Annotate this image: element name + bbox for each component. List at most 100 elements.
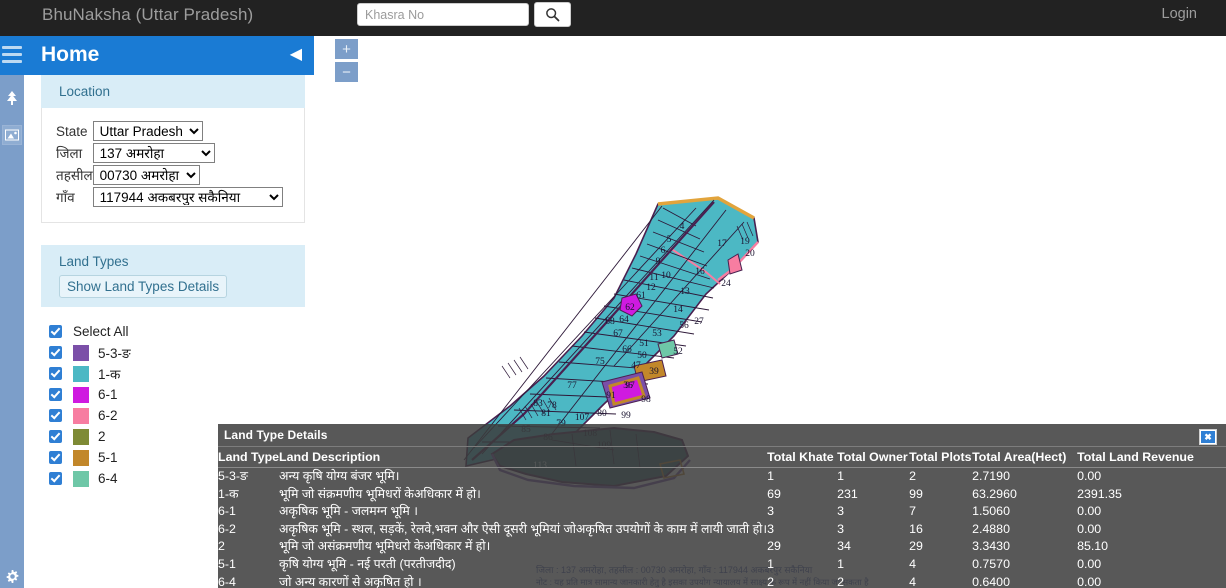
zoom-out-button[interactable]: − <box>335 62 358 82</box>
close-icon[interactable]: ✖ <box>1199 429 1217 445</box>
image-layer-icon[interactable] <box>2 125 22 145</box>
login-link[interactable]: Login <box>1162 6 1197 22</box>
cell-area: 0.7570 <box>972 556 1010 571</box>
svg-text:10: 10 <box>661 271 671 281</box>
cell-plots: 4 <box>909 574 916 588</box>
svg-text:39: 39 <box>649 367 659 377</box>
svg-text:17: 17 <box>717 239 727 249</box>
svg-text:12: 12 <box>646 283 656 293</box>
svg-text:24: 24 <box>721 279 731 289</box>
cell-revenue: 0.00 <box>1077 574 1102 588</box>
top-navbar: BhuNaksha (Uttar Pradesh) Login <box>0 0 1226 36</box>
home-bar: Home ◀ <box>0 36 314 75</box>
legend-checkbox-5-3-ङ[interactable] <box>49 346 62 359</box>
svg-text:11: 11 <box>649 273 658 283</box>
cell-plots: 7 <box>909 504 916 519</box>
svg-text:19: 19 <box>740 237 750 247</box>
location-field-row: State Uttar Pradesh <box>56 120 283 142</box>
cell-description: अकृषिक भूमि - स्थल, सड़कें, रेलवे,भवन और… <box>279 521 768 536</box>
table-row: 1-क भूमि जो संक्रमणीय भूमिधरों केअधिकार म… <box>218 486 1226 504</box>
cell-description: भूमि जो संक्रमणीय भूमिधरों केअधिकार में … <box>279 486 481 501</box>
location-field-row: जिला 137 अमरोहा <box>56 142 283 164</box>
search-area <box>357 2 571 27</box>
land-types-heading: Land Types Show Land Types Details <box>41 245 305 307</box>
legend-checkbox-6-2[interactable] <box>49 409 62 422</box>
cell-area: 1.5060 <box>972 504 1010 519</box>
svg-text:77: 77 <box>567 381 577 391</box>
search-button[interactable] <box>534 2 571 27</box>
legend-row[interactable]: 5-3-ङ <box>49 342 314 363</box>
svg-text:5: 5 <box>667 235 672 245</box>
svg-text:4: 4 <box>680 222 685 232</box>
legend-checkbox-2[interactable] <box>49 430 62 443</box>
legend-select-all-row[interactable]: Select All <box>49 321 314 342</box>
cell-description: अन्य कृषि योग्य बंजर भूमि। <box>279 469 400 483</box>
cell-area: 63.2960 <box>972 486 1017 501</box>
svg-text:91: 91 <box>606 391 616 401</box>
legend-checkbox-6-1[interactable] <box>49 388 62 401</box>
svg-text:6: 6 <box>661 246 666 256</box>
cell-description: कृषि योग्य भूमि - नई परती (परतीजदीद) <box>279 556 456 571</box>
cell-khate: 1 <box>767 556 774 571</box>
legend-label: 5-1 <box>98 450 118 465</box>
legend-checkbox-5-1[interactable] <box>49 451 62 464</box>
svg-text:107: 107 <box>575 413 590 423</box>
legend-checkbox-6-4[interactable] <box>49 472 62 485</box>
gear-glyph <box>6 569 18 583</box>
location-heading: Location <box>41 75 305 108</box>
land-type-details-panel: Land Type Details ✖ Land Type Land Descr… <box>218 424 1226 588</box>
search-icon <box>546 8 560 22</box>
cell-description: भूमि जो असंक्रमणीय भूमिधरो केअधिकार में … <box>279 539 491 554</box>
location-select-1[interactable]: 137 अमरोहा <box>92 143 215 163</box>
location-field-cell: 137 अमरोहा <box>92 142 283 164</box>
cell-type: 6-4 <box>218 574 236 588</box>
cell-plots: 16 <box>909 521 923 536</box>
hamburger-icon[interactable] <box>2 46 22 63</box>
select-all-checkbox[interactable] <box>49 325 62 338</box>
svg-text:16: 16 <box>695 267 705 277</box>
zoom-in-button[interactable]: + <box>335 39 358 59</box>
cell-plots: 4 <box>909 556 916 571</box>
cell-plots: 99 <box>909 486 923 501</box>
legend-row[interactable]: 6-2 <box>49 405 314 426</box>
tree-icon[interactable] <box>2 88 22 108</box>
cell-khate: 2 <box>767 574 774 588</box>
svg-text:56: 56 <box>679 321 689 331</box>
legend-label: 6-1 <box>98 387 118 402</box>
location-field-cell: 117944 अकबरपुर सकैनिया <box>92 186 283 208</box>
svg-text:14: 14 <box>673 305 683 315</box>
chevron-left-icon[interactable]: ◀ <box>290 45 302 65</box>
gear-icon[interactable] <box>2 566 22 586</box>
search-input[interactable] <box>357 3 529 26</box>
cell-owner: 34 <box>837 539 851 554</box>
cell-type: 2 <box>218 539 225 554</box>
cell-type: 6-2 <box>218 521 236 536</box>
legend-row[interactable]: 1-क <box>49 363 314 384</box>
cell-description: अकृषिक भूमि - जलमग्न भूमि । <box>279 504 418 519</box>
cell-type: 5-3-ङ <box>218 469 248 483</box>
legend-label: 6-2 <box>98 408 118 423</box>
legend-color-swatch <box>73 386 89 403</box>
cell-area: 3.3430 <box>972 539 1010 554</box>
svg-text:81: 81 <box>541 409 551 419</box>
svg-text:64: 64 <box>619 315 629 325</box>
cell-plots: 2 <box>909 469 916 483</box>
image-glyph <box>5 129 19 141</box>
col-total-owner: Total Owner <box>837 447 910 468</box>
show-land-types-details-button[interactable]: Show Land Types Details <box>59 275 228 298</box>
svg-text:83: 83 <box>533 399 543 409</box>
location-select-3[interactable]: 117944 अकबरपुर सकैनिया <box>92 187 283 207</box>
cell-owner: 1 <box>837 556 844 571</box>
svg-text:13: 13 <box>680 287 690 297</box>
location-select-0[interactable]: Uttar Pradesh <box>92 121 203 141</box>
land-types-card: Land Types Show Land Types Details <box>41 245 305 307</box>
svg-text:68: 68 <box>605 317 615 327</box>
col-total-revenue: Total Land Revenue <box>1077 447 1226 468</box>
legend-row[interactable]: 6-1 <box>49 384 314 405</box>
legend-color-swatch <box>73 470 89 487</box>
location-select-2[interactable]: 00730 अमरोहा <box>92 165 200 185</box>
legend-checkbox-1-क[interactable] <box>49 367 62 380</box>
page-title: Home <box>41 43 100 66</box>
cell-owner: 3 <box>837 504 844 519</box>
svg-text:61: 61 <box>636 291 646 301</box>
